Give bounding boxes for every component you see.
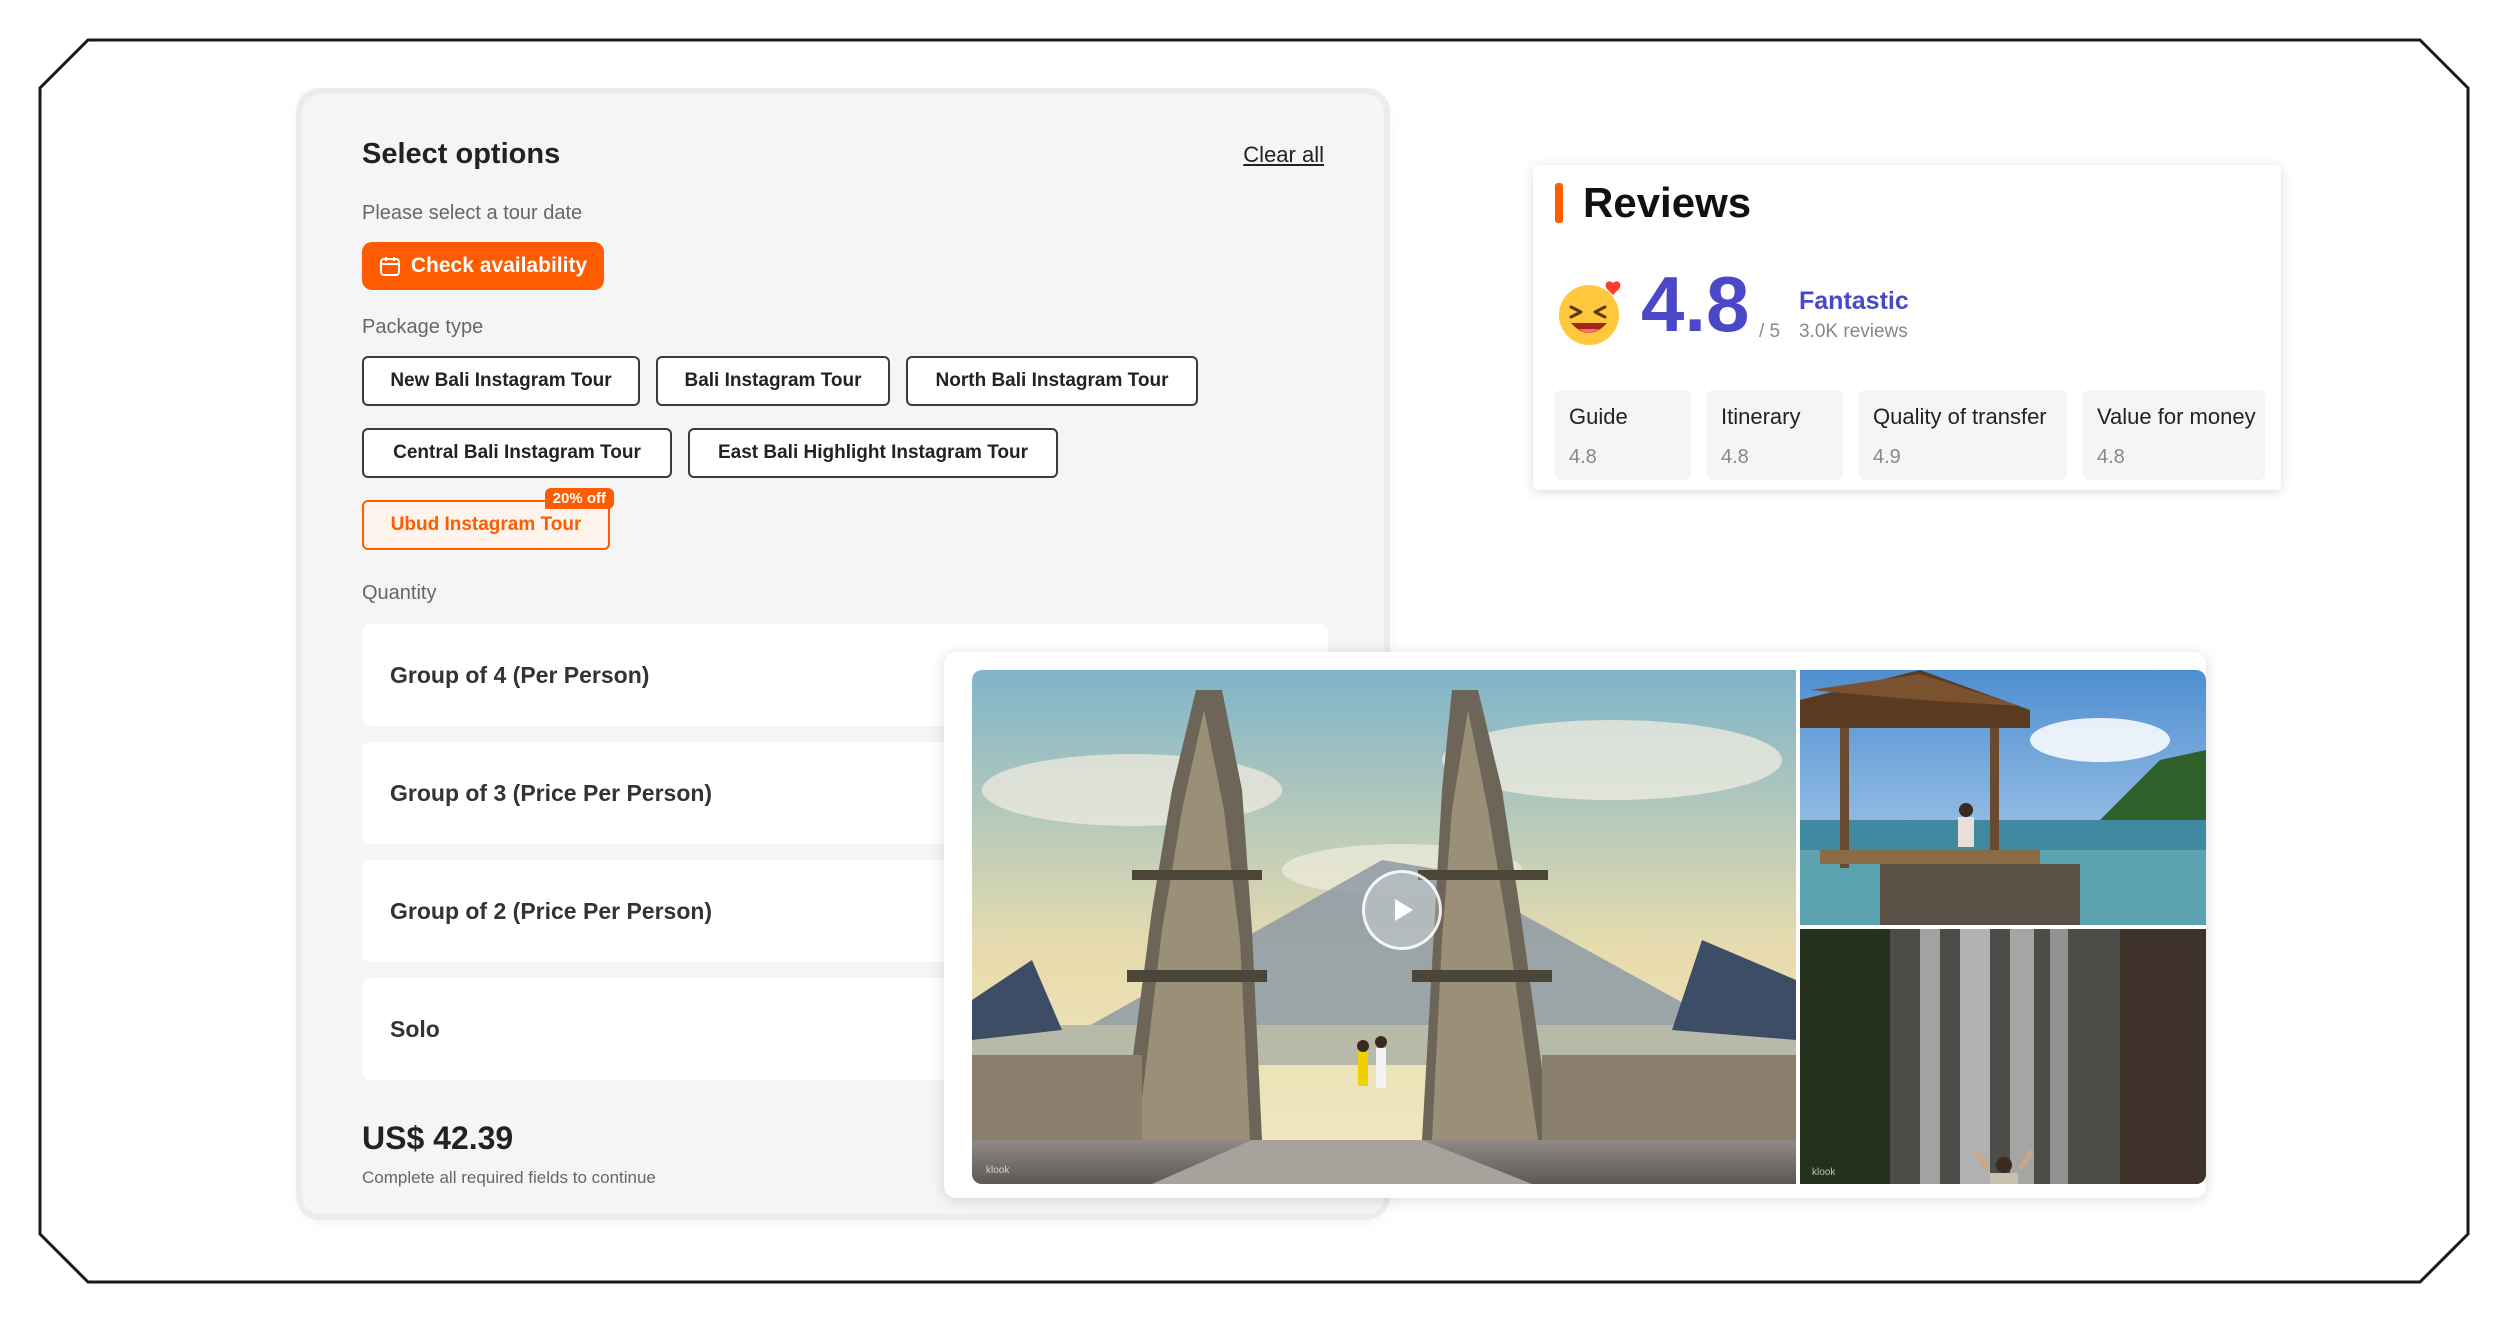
subscore-value: 4.8	[1721, 446, 1749, 468]
gallery-main-video[interactable]: klook	[972, 670, 1796, 1184]
subscore-name: Quality of transfer	[1873, 404, 2047, 429]
package-option-north-bali[interactable]: North Bali Instagram Tour	[906, 356, 1198, 406]
rating-out-of: / 5	[1759, 321, 1781, 342]
subscore-value-for-money: Value for money 4.8	[2083, 390, 2265, 480]
reviews-title: Reviews	[1583, 179, 1752, 226]
quantity-label-text: Solo	[390, 1015, 440, 1042]
quantity-label-text: Group of 3 (Price Per Person)	[390, 779, 713, 806]
quantity-label: Quantity	[362, 582, 437, 604]
play-icon	[1395, 899, 1413, 921]
gallery-photo-waterfall[interactable]: klook	[1800, 929, 2206, 1184]
check-availability-button[interactable]: Check availability	[362, 242, 604, 290]
clear-all-link[interactable]: Clear all	[1243, 142, 1324, 168]
price-note: Complete all required fields to continue	[362, 1168, 656, 1187]
subscore-guide: Guide 4.8	[1555, 390, 1691, 480]
photo-gallery: klook klook	[944, 652, 2206, 1198]
gazebo-sea-photo	[1800, 670, 2206, 925]
subscore-name: Guide	[1569, 404, 1628, 429]
options-title: Select options	[362, 138, 561, 170]
photo-watermark: klook	[986, 1165, 1010, 1176]
subscore-quality-of-transfer: Quality of transfer 4.9	[1859, 390, 2067, 480]
subscore-name: Itinerary	[1721, 404, 1801, 429]
package-option-east-bali[interactable]: East Bali Highlight Instagram Tour	[688, 428, 1058, 478]
quantity-label-text: Group of 4 (Per Person)	[390, 661, 650, 688]
waterfall-photo	[1800, 929, 2206, 1184]
reviews-accent-bar	[1555, 183, 1563, 223]
quantity-label-text: Group of 2 (Price Per Person)	[390, 897, 713, 924]
package-option-new-bali[interactable]: New Bali Instagram Tour	[362, 356, 640, 406]
package-label: Bali Instagram Tour	[684, 370, 862, 391]
subscore-value: 4.9	[1873, 446, 1901, 468]
play-video-button[interactable]	[1362, 870, 1442, 950]
package-option-bali[interactable]: Bali Instagram Tour	[656, 356, 890, 406]
package-label: Ubud Instagram Tour	[390, 514, 582, 535]
subscore-itinerary: Itinerary 4.8	[1707, 390, 1843, 480]
gallery-photo-gazebo[interactable]	[1800, 670, 2206, 925]
subscore-value: 4.8	[1569, 446, 1597, 468]
package-label: East Bali Highlight Instagram Tour	[717, 442, 1028, 463]
package-type-label: Package type	[362, 316, 484, 338]
review-count[interactable]: 3.0K reviews	[1799, 321, 1908, 343]
subscore-name: Value for money	[2097, 404, 2256, 429]
laughing-emoji-icon	[1559, 281, 1621, 345]
discount-badge: 20% off	[544, 488, 614, 509]
total-price: US$ 42.39	[362, 1120, 514, 1156]
check-availability-label: Check availability	[410, 254, 588, 277]
rating-verdict: Fantastic	[1799, 287, 1909, 315]
reviews-panel: Reviews 4.8 / 5 Fantastic 3.0K reviews G…	[1533, 165, 2281, 490]
rating-score: 4.8	[1641, 260, 1750, 348]
package-option-ubud[interactable]: Ubud Instagram Tour 20% off	[362, 488, 614, 550]
photo-watermark: klook	[1812, 1167, 1836, 1178]
subscore-value: 4.8	[2097, 446, 2125, 468]
calendar-icon	[379, 257, 400, 276]
tour-date-label: Please select a tour date	[362, 202, 583, 224]
package-option-central-bali[interactable]: Central Bali Instagram Tour	[362, 428, 672, 478]
package-label: Central Bali Instagram Tour	[393, 442, 641, 463]
package-label: North Bali Instagram Tour	[935, 370, 1169, 391]
package-label: New Bali Instagram Tour	[390, 370, 612, 391]
